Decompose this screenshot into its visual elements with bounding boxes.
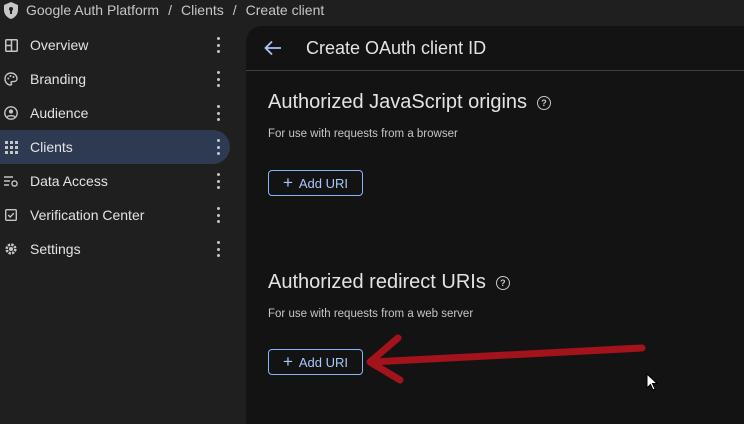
plus-icon: + xyxy=(282,172,293,192)
shield-icon xyxy=(4,1,20,19)
verification-icon xyxy=(4,208,18,222)
redirect-uris-section: Authorized redirect URIs ? For use with … xyxy=(268,271,510,320)
breadcrumb-separator: / xyxy=(168,2,172,18)
breadcrumb-clients[interactable]: Clients xyxy=(181,2,224,18)
section-subtitle: For use with requests from a browser xyxy=(268,128,458,140)
sidebar-item-settings[interactable]: Settings xyxy=(0,232,230,266)
main-panel: Create OAuth client ID Authorized JavaSc… xyxy=(246,26,744,424)
breadcrumb: Google Auth Platform / Clients / Create … xyxy=(0,0,744,20)
sidebar-item-label: Branding xyxy=(30,71,87,87)
sidebar-item-audience[interactable]: Audience xyxy=(0,96,230,130)
plus-icon: + xyxy=(282,351,293,371)
sidebar-item-data-access[interactable]: Data Access xyxy=(0,164,230,198)
back-arrow-icon[interactable] xyxy=(264,38,284,58)
help-icon[interactable]: ? xyxy=(495,275,510,290)
sidebar-item-label: Verification Center xyxy=(30,207,145,223)
sidebar-item-label: Data Access xyxy=(30,173,108,189)
sidebar-item-label: Overview xyxy=(30,37,89,53)
more-options-icon[interactable] xyxy=(216,105,220,121)
sidebar-item-label: Audience xyxy=(30,105,89,121)
data-access-icon xyxy=(4,174,18,188)
section-subtitle: For use with requests from a web server xyxy=(268,308,474,320)
breadcrumb-app[interactable]: Google Auth Platform xyxy=(26,2,159,18)
js-origins-section: Authorized JavaScript origins ? For use … xyxy=(268,91,552,140)
palette-icon xyxy=(4,72,18,86)
mouse-cursor-icon xyxy=(646,373,658,391)
more-options-icon[interactable] xyxy=(216,71,220,87)
breadcrumb-current: Create client xyxy=(245,2,325,18)
dashboard-icon xyxy=(4,38,18,52)
person-icon xyxy=(4,106,18,120)
page-title: Create OAuth client ID xyxy=(306,37,487,58)
sidebar-item-overview[interactable]: Overview xyxy=(0,28,230,62)
sidebar: Overview Branding Audience Clients Data … xyxy=(0,28,246,424)
sidebar-item-verification-center[interactable]: Verification Center xyxy=(0,198,230,232)
page-header: Create OAuth client ID xyxy=(246,26,744,71)
add-js-origin-uri-button[interactable]: + Add URI xyxy=(268,170,363,196)
more-options-icon[interactable] xyxy=(216,139,220,155)
grid-icon xyxy=(4,140,18,154)
more-options-icon[interactable] xyxy=(216,37,220,53)
add-redirect-uri-button[interactable]: + Add URI xyxy=(268,349,363,375)
sidebar-item-branding[interactable]: Branding xyxy=(0,62,230,96)
breadcrumb-separator: / xyxy=(232,2,237,18)
more-options-icon[interactable] xyxy=(216,241,220,257)
sidebar-item-clients[interactable]: Clients xyxy=(0,130,230,164)
more-options-icon[interactable] xyxy=(216,207,220,223)
gear-icon xyxy=(4,242,18,256)
sidebar-item-label: Settings xyxy=(30,241,81,257)
section-title: Authorized redirect URIs xyxy=(268,271,486,293)
sidebar-item-label: Clients xyxy=(30,139,73,155)
help-icon[interactable]: ? xyxy=(537,95,552,110)
more-options-icon[interactable] xyxy=(216,173,220,189)
section-title: Authorized JavaScript origins xyxy=(268,91,528,113)
